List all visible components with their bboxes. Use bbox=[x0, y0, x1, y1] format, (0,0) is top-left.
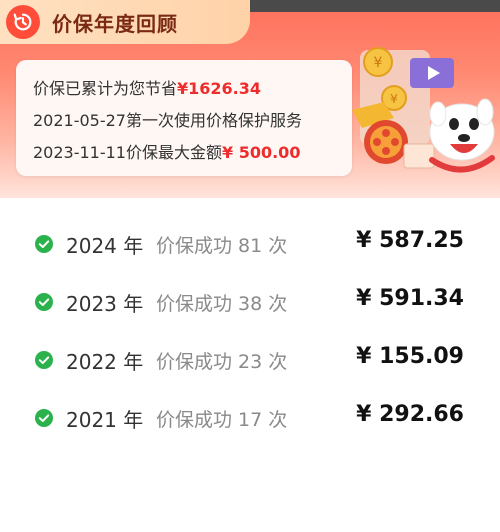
row-desc: 价保成功 23 次 bbox=[156, 351, 288, 373]
first-use-date: 2021-05-27 bbox=[33, 111, 126, 130]
max-text: 价保最大金额 bbox=[125, 143, 222, 162]
max-date: 2023-11-11 bbox=[33, 143, 126, 162]
row-year: 2021 年 bbox=[66, 408, 144, 432]
row-amount: ¥ 591.34 bbox=[356, 286, 464, 311]
history-clock-icon bbox=[6, 5, 40, 39]
title-pill: 价保年度回顾 bbox=[0, 0, 250, 44]
page-title: 价保年度回顾 bbox=[52, 11, 178, 36]
year-row-2021: 2021 年 价保成功 17 次 ¥ 292.66 bbox=[0, 398, 500, 438]
svg-text:¥: ¥ bbox=[374, 55, 383, 71]
row-desc: 价保成功 17 次 bbox=[156, 409, 288, 431]
row-year: 2023 年 bbox=[66, 292, 144, 316]
max-amount: ¥ 500.00 bbox=[222, 143, 301, 162]
row-amount: ¥ 587.25 bbox=[356, 228, 464, 253]
mascot-coins-illustration: ¥ ¥ bbox=[352, 47, 495, 173]
header-banner: 价保年度回顾 价保已累计为您节省¥1626.34 2021-05-27第一次使用… bbox=[0, 0, 500, 198]
check-circle-icon bbox=[35, 351, 53, 369]
row-amount: ¥ 155.09 bbox=[356, 344, 464, 369]
row-year: 2022 年 bbox=[66, 350, 144, 374]
status-strip bbox=[230, 0, 500, 12]
first-use-line: 2021-05-27第一次使用价格保护服务 bbox=[33, 107, 302, 131]
saved-amount: ¥1626.34 bbox=[177, 79, 262, 98]
year-row-2022: 2022 年 价保成功 23 次 ¥ 155.09 bbox=[0, 340, 500, 380]
first-use-text: 第一次使用价格保护服务 bbox=[125, 111, 302, 130]
row-year: 2024 年 bbox=[66, 234, 144, 258]
svg-text:¥: ¥ bbox=[390, 92, 398, 106]
year-row-2023: 2023 年 价保成功 38 次 ¥ 591.34 bbox=[0, 282, 500, 322]
year-row-2024: 2024 年 价保成功 81 次 ¥ 587.25 bbox=[0, 224, 500, 264]
row-amount: ¥ 292.66 bbox=[356, 402, 464, 427]
check-circle-icon bbox=[35, 235, 53, 253]
row-desc: 价保成功 81 次 bbox=[156, 235, 288, 257]
saved-prefix: 价保已累计为您节省 bbox=[33, 79, 178, 98]
max-amount-line: 2023-11-11价保最大金额¥ 500.00 bbox=[33, 139, 300, 163]
summary-card: 价保已累计为您节省¥1626.34 2021-05-27第一次使用价格保护服务 … bbox=[16, 60, 352, 176]
check-circle-icon bbox=[35, 409, 53, 427]
total-saved-line: 价保已累计为您节省¥1626.34 bbox=[33, 75, 261, 99]
row-desc: 价保成功 38 次 bbox=[156, 293, 288, 315]
check-circle-icon bbox=[35, 293, 53, 311]
